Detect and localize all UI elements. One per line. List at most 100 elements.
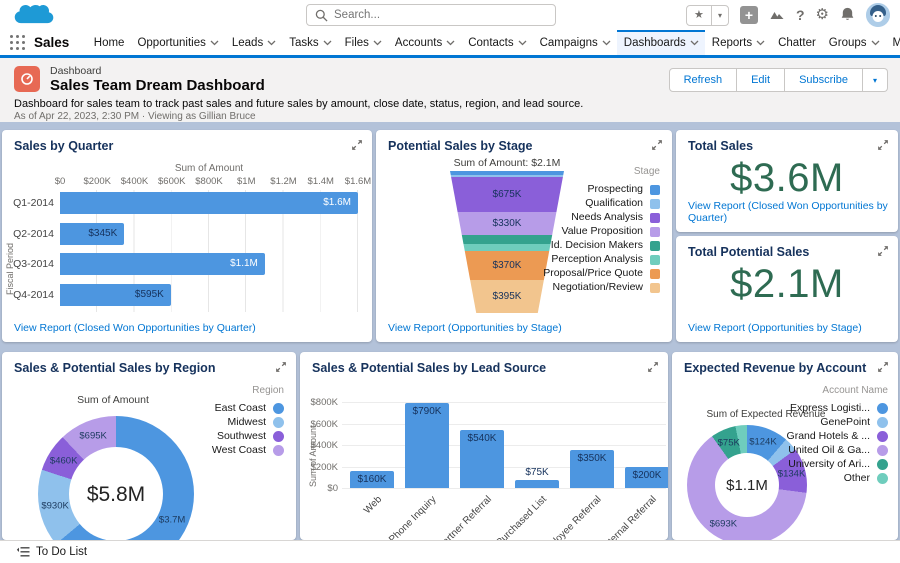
nav-tab-files[interactable]: Files <box>338 30 388 55</box>
nav-tab-contacts[interactable]: Contacts <box>462 30 533 55</box>
widget-title: Potential Sales by Stage <box>388 139 533 153</box>
widget-title: Sales & Potential Sales by Region <box>14 361 216 375</box>
slice-value-label-southwest: $460K <box>49 455 78 467</box>
nav-tab-accounts[interactable]: Accounts <box>388 30 461 55</box>
nav-tab-opportunities[interactable]: Opportunities <box>131 30 225 55</box>
more-dashboard-actions-button[interactable]: ▾ <box>862 68 888 92</box>
favorites-group: ★ ▾ <box>685 4 729 26</box>
global-header-actions: ★ ▾ + ? ⚙ <box>685 3 890 27</box>
expand-icon[interactable] <box>647 361 659 374</box>
expand-icon[interactable] <box>351 139 363 152</box>
bar-q4-2014[interactable]: $595K <box>60 283 171 306</box>
legend-item-label: Other <box>843 472 870 484</box>
view-report-link[interactable]: View Report (Closed Won Opportunities by… <box>688 200 898 224</box>
view-report-link[interactable]: View Report (Closed Won Opportunities by… <box>14 322 256 334</box>
search-input[interactable] <box>328 9 555 21</box>
nav-tab-more[interactable]: More▾ <box>886 30 900 55</box>
slice-value-label-east-coast: $3.7M <box>158 514 186 526</box>
x-axis-ticks: $0 $200K $400K $600K $800K $1M $1.2M $1.4M $1.6M <box>55 176 371 187</box>
nav-tab-dashboards[interactable]: Dashboards <box>617 30 706 55</box>
bar-value-label: $1.6M <box>323 197 351 208</box>
legend-color-chip <box>650 240 660 251</box>
guidance-center-icon[interactable] <box>769 7 785 24</box>
app-launcher-icon[interactable] <box>10 32 26 54</box>
nav-tab-reports[interactable]: Reports <box>705 30 771 55</box>
notifications-bell-icon[interactable] <box>840 6 855 25</box>
global-actions-plus-icon[interactable]: + <box>739 6 758 24</box>
bar-value-label: $345K <box>88 227 118 239</box>
widget-title: Expected Revenue by Account <box>684 361 867 375</box>
nav-tab-groups[interactable]: Groups <box>822 30 886 55</box>
nav-tab-label: Files <box>344 36 369 49</box>
bar-q3-2014[interactable]: $1.1M <box>60 253 265 275</box>
legend-item-label: Id. Decision Makers <box>550 239 643 251</box>
widget-sales-by-region: Sales & Potential Sales by Region Sum of… <box>2 352 296 540</box>
user-avatar[interactable] <box>866 3 890 27</box>
widget-total-potential-sales: Total Potential Sales $2.1M View Report … <box>676 236 898 342</box>
global-search[interactable] <box>306 4 556 26</box>
nav-tab-label: Dashboards <box>623 36 686 49</box>
x-axis-tick: $600K <box>158 176 186 187</box>
legend-item-proposal-price-quote: Proposal/Price Quote <box>543 268 660 279</box>
favorites-dropdown-icon[interactable]: ▾ <box>710 5 728 25</box>
nav-tab-label: Chatter <box>778 36 816 49</box>
legend-color-chip <box>877 459 888 470</box>
x-axis-tick: $1.2M <box>270 176 297 187</box>
legend-item-genepoint: GenePoint <box>820 417 888 428</box>
account-legend: Account Name Express Logisti... GenePoint G… <box>787 385 888 484</box>
bar-value-label: $595K <box>134 288 164 300</box>
expand-icon[interactable] <box>877 361 889 374</box>
setup-gear-icon[interactable]: ⚙ <box>816 5 829 25</box>
edit-button[interactable]: Edit <box>737 68 786 92</box>
bar-q2-2014[interactable]: $345K <box>60 222 125 245</box>
category-label-q1-2014: Q1-2014 <box>13 197 54 209</box>
bar-chart-labels: $160K Web $790K Phone Inquiry $540K Partner R… <box>300 352 668 540</box>
help-icon[interactable]: ? <box>796 7 805 23</box>
metric-value: $3.6M <box>730 156 844 200</box>
legend-color-chip <box>650 282 660 293</box>
legend-item-label: Proposal/Price Quote <box>543 267 643 279</box>
subscribe-button[interactable]: Subscribe <box>785 68 863 92</box>
slice-value-label-university-of-ari: $75K <box>717 437 740 449</box>
nav-tab-label: Groups <box>828 36 867 49</box>
expand-icon[interactable] <box>651 139 663 152</box>
nav-tab-campaigns[interactable]: Campaigns <box>533 30 617 55</box>
nav-tab-leads[interactable]: Leads <box>225 30 282 55</box>
legend-color-chip <box>650 198 660 209</box>
legend-item-id-decision-makers: Id. Decision Makers <box>551 240 660 251</box>
legend-color-chip <box>273 417 284 428</box>
legend-item-southwest: Southwest <box>217 431 284 442</box>
header-button-group: Refresh Edit Subscribe ▾ <box>668 68 888 92</box>
expand-icon[interactable] <box>877 245 889 258</box>
chevron-down-icon <box>210 40 219 45</box>
chevron-down-icon <box>756 40 765 45</box>
bar-q1-2014[interactable]: $1.6M <box>60 192 358 214</box>
nav-tab-home[interactable]: Home <box>87 30 131 55</box>
expand-icon[interactable] <box>275 361 287 374</box>
view-report-link[interactable]: View Report (Opportunities by Stage) <box>688 322 862 334</box>
bar-value-label: $540K <box>467 432 497 444</box>
view-report-link[interactable]: View Report (Opportunities by Stage) <box>388 322 562 334</box>
widget-title: Total Sales <box>688 139 754 153</box>
nav-tab-label: Contacts <box>468 36 514 49</box>
nav-tab-tasks[interactable]: Tasks <box>283 30 338 55</box>
legend-item-prospecting: Prospecting <box>588 184 660 195</box>
bar-value-label: $160K <box>357 473 387 485</box>
nav-tab-label: Home <box>93 36 125 49</box>
global-header: ★ ▾ + ? ⚙ <box>0 0 900 30</box>
legend-item-label: Express Logisti... <box>790 402 870 414</box>
todo-list-icon <box>16 547 30 557</box>
nav-tab-chatter[interactable]: Chatter <box>772 30 823 55</box>
legend-title: Region <box>252 385 284 396</box>
legend-item-label: Midwest <box>227 416 266 428</box>
legend-title: Account Name <box>822 385 888 396</box>
favorites-star-icon[interactable]: ★ <box>687 6 711 25</box>
metric-value: $2.1M <box>730 262 844 306</box>
legend-color-chip <box>273 445 284 456</box>
refresh-button[interactable]: Refresh <box>668 68 738 92</box>
expand-icon[interactable] <box>877 139 889 152</box>
chevron-down-icon <box>323 40 332 45</box>
legend-item-label: Negotiation/Review <box>552 281 643 293</box>
legend-color-chip <box>650 226 660 237</box>
todo-list-button[interactable]: To Do List <box>10 541 93 563</box>
